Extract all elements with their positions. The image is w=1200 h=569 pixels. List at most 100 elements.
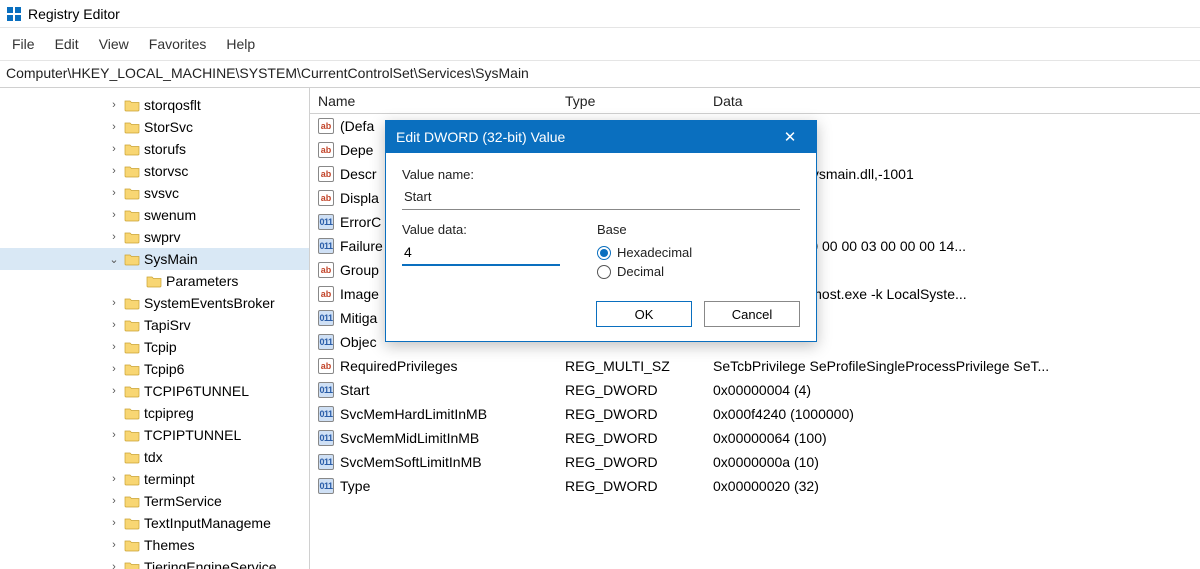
tree-item-themes[interactable]: ›Themes (0, 534, 309, 556)
binary-value-icon: 011 (318, 334, 334, 350)
tree-item-storsvc[interactable]: ›StorSvc (0, 116, 309, 138)
chevron-right-icon[interactable]: › (106, 209, 122, 221)
chevron-right-icon[interactable]: › (106, 473, 122, 485)
tree-item-label: tdx (144, 449, 163, 465)
tree-item-storvsc[interactable]: ›storvsc (0, 160, 309, 182)
chevron-right-icon[interactable]: › (106, 231, 122, 243)
tree-item-label: terminpt (144, 471, 195, 487)
tree-item-tcpipreg[interactable]: tcpipreg (0, 402, 309, 424)
string-value-icon: ab (318, 190, 334, 206)
folder-icon (124, 318, 140, 332)
chevron-right-icon[interactable]: › (106, 561, 122, 569)
binary-value-icon: 011 (318, 454, 334, 470)
folder-icon (146, 274, 162, 288)
chevron-right-icon[interactable]: › (106, 495, 122, 507)
chevron-down-icon[interactable]: ⌄ (106, 253, 122, 266)
tree-item-tcpiptunnel[interactable]: ›TCPIPTUNNEL (0, 424, 309, 446)
chevron-right-icon[interactable]: › (106, 341, 122, 353)
address-bar[interactable]: Computer\HKEY_LOCAL_MACHINE\SYSTEM\Curre… (0, 61, 1200, 88)
tree-item-systemeventsbroker[interactable]: ›SystemEventsBroker (0, 292, 309, 314)
value-type: REG_DWORD (565, 382, 713, 398)
tree-item-label: swenum (144, 207, 196, 223)
menu-edit[interactable]: Edit (45, 32, 89, 56)
value-row[interactable]: 011StartREG_DWORD0x00000004 (4) (310, 378, 1200, 402)
menu-favorites[interactable]: Favorites (139, 32, 217, 56)
chevron-right-icon[interactable]: › (106, 121, 122, 133)
value-name: SvcMemMidLimitInMB (340, 430, 565, 446)
chevron-right-icon[interactable]: › (106, 187, 122, 199)
tree-item-storqosflt[interactable]: › storqosflt (0, 94, 309, 116)
folder-icon (124, 340, 140, 354)
chevron-right-icon[interactable]: › (106, 143, 122, 155)
radio-icon (597, 265, 611, 279)
ok-button[interactable]: OK (596, 301, 692, 327)
value-data-input[interactable] (402, 241, 560, 266)
tree-item-svsvc[interactable]: ›svsvc (0, 182, 309, 204)
string-value-icon: ab (318, 286, 334, 302)
value-data: 0x00000020 (32) (713, 478, 1200, 494)
tree-item-tdx[interactable]: tdx (0, 446, 309, 468)
dialog-title-bar[interactable]: Edit DWORD (32-bit) Value ✕ (386, 121, 816, 153)
value-row[interactable]: 011SvcMemHardLimitInMBREG_DWORD0x000f424… (310, 402, 1200, 426)
chevron-right-icon[interactable]: › (106, 99, 122, 111)
tree-item-tieringengineservice[interactable]: ›TieringEngineService (0, 556, 309, 569)
menu-view[interactable]: View (89, 32, 139, 56)
folder-icon (124, 252, 140, 266)
edit-dword-dialog: Edit DWORD (32-bit) Value ✕ Value name: … (385, 120, 817, 342)
value-row[interactable]: 011SvcMemMidLimitInMBREG_DWORD0x00000064… (310, 426, 1200, 450)
tree-item-sysmain[interactable]: ⌄SysMain (0, 248, 309, 270)
chevron-right-icon[interactable]: › (106, 165, 122, 177)
binary-value-icon: 011 (318, 478, 334, 494)
column-name[interactable]: Name (310, 93, 565, 109)
value-row[interactable]: abRequiredPrivilegesREG_MULTI_SZSeTcbPri… (310, 354, 1200, 378)
tree-item-tcpip[interactable]: ›Tcpip (0, 336, 309, 358)
value-data: 0x0000000a (10) (713, 454, 1200, 470)
tree-item-storufs[interactable]: ›storufs (0, 138, 309, 160)
chevron-right-icon[interactable]: › (106, 429, 122, 441)
menu-bar: FileEditViewFavoritesHelp (0, 28, 1200, 61)
tree-item-label: storqosflt (144, 97, 201, 113)
tree-item-tcpip6[interactable]: ›Tcpip6 (0, 358, 309, 380)
value-type: REG_DWORD (565, 454, 713, 470)
value-row[interactable]: 011SvcMemSoftLimitInMBREG_DWORD0x0000000… (310, 450, 1200, 474)
radio-decimal[interactable]: Decimal (597, 264, 692, 279)
chevron-right-icon[interactable]: › (106, 297, 122, 309)
tree-item-terminpt[interactable]: › terminpt (0, 468, 309, 490)
folder-icon (124, 406, 140, 420)
value-row[interactable]: 011TypeREG_DWORD0x00000020 (32) (310, 474, 1200, 498)
cancel-button[interactable]: Cancel (704, 301, 800, 327)
dialog-title: Edit DWORD (32-bit) Value (396, 129, 565, 145)
chevron-right-icon[interactable]: › (106, 363, 122, 375)
tree-item-termservice[interactable]: › TermService (0, 490, 309, 512)
tree-item-label: TapiSrv (144, 317, 191, 333)
folder-icon (124, 296, 140, 310)
tree-item-tapisrv[interactable]: › TapiSrv (0, 314, 309, 336)
menu-help[interactable]: Help (216, 32, 265, 56)
column-headers[interactable]: Name Type Data (310, 88, 1200, 114)
tree-item-tcpip6tunnel[interactable]: ›TCPIP6TUNNEL (0, 380, 309, 402)
string-value-icon: ab (318, 166, 334, 182)
value-type: REG_DWORD (565, 430, 713, 446)
menu-file[interactable]: File (2, 32, 45, 56)
chevron-right-icon[interactable]: › (106, 517, 122, 529)
tree-item-swprv[interactable]: ›swprv (0, 226, 309, 248)
folder-icon (124, 538, 140, 552)
close-icon[interactable]: ✕ (774, 128, 806, 146)
tree-item-label: TextInputManageme (144, 515, 271, 531)
radio-hexadecimal[interactable]: Hexadecimal (597, 245, 692, 260)
folder-icon (124, 362, 140, 376)
tree-item-textinputmanageme[interactable]: › TextInputManageme (0, 512, 309, 534)
chevron-right-icon[interactable]: › (106, 539, 122, 551)
column-data[interactable]: Data (713, 93, 1200, 109)
tree-item-swenum[interactable]: › swenum (0, 204, 309, 226)
binary-value-icon: 011 (318, 406, 334, 422)
column-type[interactable]: Type (565, 93, 713, 109)
folder-icon (124, 384, 140, 398)
tree-item-parameters[interactable]: Parameters (0, 270, 309, 292)
binary-value-icon: 011 (318, 238, 334, 254)
tree-pane[interactable]: › storqosflt ›StorSvc›storufs›storvsc›svsv… (0, 88, 310, 569)
chevron-right-icon[interactable]: › (106, 319, 122, 331)
binary-value-icon: 011 (318, 310, 334, 326)
tree-item-label: TermService (144, 493, 222, 509)
chevron-right-icon[interactable]: › (106, 385, 122, 397)
